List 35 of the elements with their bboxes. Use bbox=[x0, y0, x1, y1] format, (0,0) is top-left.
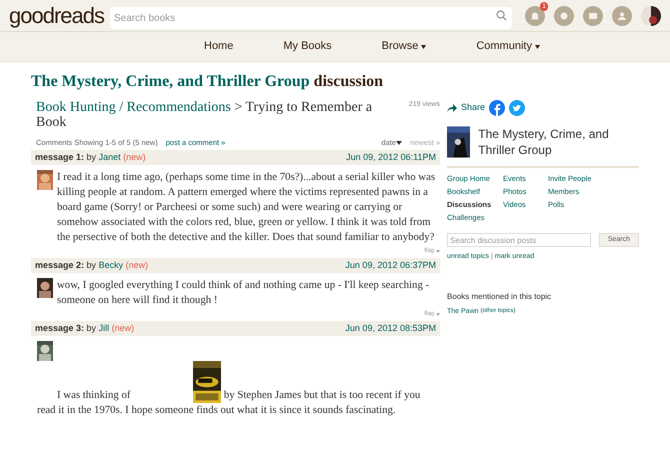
chat-icon[interactable] bbox=[554, 6, 574, 26]
nav-link[interactable]: Community bbox=[462, 38, 554, 55]
message-author-line: message 2: by Becky (new) bbox=[35, 259, 148, 272]
group-name-link[interactable]: The Mystery, Crime, and Thriller Group bbox=[478, 126, 639, 158]
message-text: wow, I googled everything I could think of and nothing came up - I'll keep searching - someone on here will find it though ! bbox=[57, 278, 430, 308]
books-heading: Books mentioned in this topic bbox=[447, 290, 552, 302]
twitter-icon[interactable] bbox=[509, 100, 526, 116]
folder-link[interactable]: Book Hunting / Recommendations bbox=[36, 100, 231, 115]
facebook-icon[interactable] bbox=[489, 100, 506, 116]
message-text: I was thinking of by Stephen James but that is too recent if you read it in the 1970s. I hope someone finds out what it is since it sounds fascinating. bbox=[37, 361, 440, 418]
message-date: Jun 09, 2012 06:11PM bbox=[346, 151, 436, 164]
group-link[interactable]: The Mystery, Crime, and Thriller Group bbox=[31, 73, 310, 90]
share-link[interactable]: Share bbox=[461, 101, 486, 115]
caret-icon bbox=[436, 313, 440, 316]
message-author-line: message 3: by Jill (new) bbox=[35, 322, 134, 335]
message-text: I read it a long time ago, (perhaps some time in the 70s?)...about a serial killer who was killing people at random. A pattern emerged where the victims represented pawns in a board game (Sorry! or Parcheesi or some such) and were wearing or carrying or somehow associated with the colors red, blue, green or yellow. I think it was told from the persective of both the detective and the killer. Does that sound familiar to anybody? bbox=[57, 170, 436, 246]
message-icon[interactable] bbox=[583, 6, 603, 26]
search-icon[interactable] bbox=[496, 10, 507, 20]
message-date: Jun 09, 2012 08:53PM bbox=[345, 322, 436, 335]
search-field[interactable]: Search books bbox=[110, 7, 512, 29]
nav-link[interactable]: My Books bbox=[269, 38, 346, 55]
friends-icon[interactable] bbox=[612, 6, 632, 26]
caret-icon bbox=[396, 140, 402, 145]
avatar[interactable] bbox=[641, 6, 661, 26]
nav-link[interactable]: Home bbox=[190, 38, 248, 55]
topic-title: Book Hunting / Recommendations > Trying to Remember a Book bbox=[36, 100, 374, 130]
nav-link[interactable]: Browse bbox=[368, 38, 440, 55]
discussion-search-field[interactable]: Search discussion posts bbox=[447, 233, 591, 247]
share-icon[interactable] bbox=[447, 104, 457, 112]
message-date: Jun 09, 2012 06:37PM bbox=[345, 259, 436, 272]
caret-icon bbox=[421, 44, 426, 48]
page-title: The Mystery, Crime, and Thriller Group discussion bbox=[31, 72, 384, 92]
caret-icon bbox=[534, 44, 540, 48]
caret-icon bbox=[436, 250, 440, 254]
message-author-line: message 1: by Janet (new) bbox=[35, 151, 146, 164]
